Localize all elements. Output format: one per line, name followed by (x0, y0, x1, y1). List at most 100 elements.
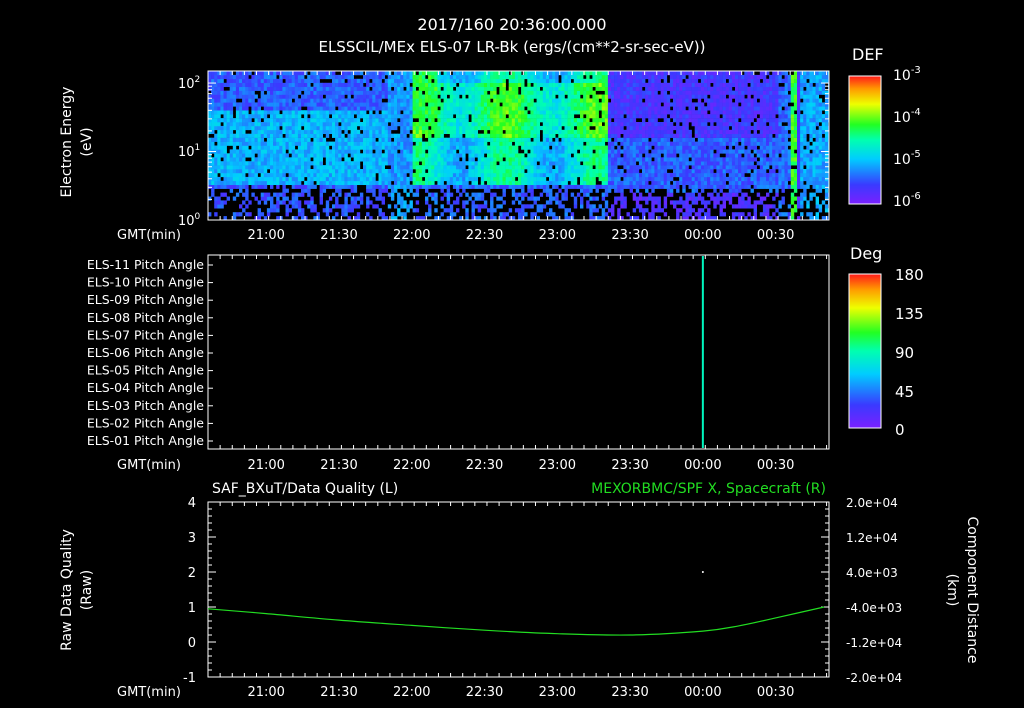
spectrogram-cell (266, 192, 271, 197)
spectrogram-cell (514, 141, 519, 146)
spectrogram-cell (524, 176, 528, 182)
spectrogram-cell (483, 176, 488, 182)
spectrogram-cell (611, 149, 615, 154)
spectrogram-cell (676, 78, 680, 84)
spectrogram-cell (335, 157, 339, 162)
spectrogram-cell (552, 141, 556, 146)
spectrogram-cell (561, 176, 565, 182)
spectrogram-cell (353, 78, 358, 84)
spectrogram-cell (617, 118, 621, 123)
spectrogram-cell (462, 110, 466, 115)
spectrogram-cell (679, 102, 683, 107)
spectrogram-cell (459, 184, 463, 189)
spectrogram-cell (623, 180, 627, 186)
spectrogram-cell (397, 102, 401, 107)
spectrogram-cell (297, 137, 302, 142)
spectrogram-cell (648, 86, 652, 91)
spectrogram-cell (700, 157, 705, 162)
spectrogram-cell (592, 122, 596, 127)
spectrogram-cell (468, 157, 472, 162)
spectrogram-cell (325, 157, 330, 162)
spectrogram-cell (474, 94, 478, 99)
spectrogram-cell (660, 176, 664, 182)
spectrogram-cell (573, 94, 578, 99)
spectrogram-cell (533, 86, 537, 91)
spectrogram-cell (620, 86, 624, 91)
spectrogram-cell (397, 172, 401, 178)
spectrogram-cell (592, 110, 596, 115)
spectrogram-cell (344, 98, 348, 103)
spectrogram-cell (297, 78, 302, 84)
spectrogram-cell (694, 90, 699, 95)
spectrogram-cell (282, 82, 286, 88)
spectrogram-cell (421, 172, 426, 178)
spectrogram-cell (301, 192, 305, 197)
spectrogram-cell (648, 102, 652, 107)
spectrogram-cell (477, 94, 482, 99)
spectrogram-cell (533, 102, 537, 107)
spectrogram-cell (363, 118, 367, 123)
spectrogram-cell (607, 118, 612, 123)
spectrogram-cell (645, 74, 649, 80)
spectrogram-cell (555, 157, 559, 162)
spectrogram-cell (542, 118, 547, 123)
spectrogram-cell (524, 86, 528, 91)
spectrogram-cell (536, 157, 540, 162)
spectrogram-cell (505, 106, 509, 111)
spectrogram-cell (279, 122, 283, 127)
spectrogram-cell (266, 129, 271, 135)
spectrogram-cell (601, 102, 606, 107)
spectrogram-cell (651, 74, 655, 80)
spectrogram-cell (589, 153, 593, 158)
spectrogram-cell (589, 102, 593, 107)
spectrogram-cell (217, 137, 221, 142)
spectrogram-cell (449, 208, 454, 213)
spectrogram-cell (239, 74, 243, 80)
spectrogram-cell (235, 137, 240, 142)
spectrogram-cell (697, 74, 702, 80)
spectrogram-cell (465, 133, 469, 138)
spectrogram-cell (471, 133, 475, 138)
spectrogram-cell (369, 184, 373, 189)
spectrogram-cell (524, 149, 528, 154)
spectrogram-cell (291, 172, 296, 178)
spectrogram-cell (477, 137, 482, 142)
spectrogram-cell (428, 172, 432, 178)
spectrogram-cell (558, 149, 562, 154)
spectrogram-cell (372, 129, 376, 135)
spectrogram-cell (623, 200, 627, 205)
spectrogram-cell (673, 137, 677, 142)
spectrogram-cell (607, 161, 612, 166)
spectrogram-cell (629, 94, 633, 99)
spectrogram-cell (642, 172, 646, 178)
spectrogram-cell (390, 172, 395, 178)
spectrogram-cell (350, 82, 354, 88)
spectrogram-cell (273, 137, 277, 142)
spectrogram-cell (617, 110, 621, 115)
spectrogram-cell (682, 90, 686, 95)
spectrogram-cell (341, 165, 345, 170)
spectrogram-cell (328, 157, 333, 162)
spectrogram-cell (254, 94, 258, 99)
spectrogram-cell (555, 196, 559, 201)
spectrogram-cell (700, 176, 705, 182)
spectrogram-cell (651, 200, 655, 205)
spectrogram-cell (663, 204, 668, 209)
spectrogram-cell (425, 145, 429, 150)
spectrogram-cell (409, 141, 413, 146)
spectrogram-cell (480, 125, 485, 131)
spectrogram-cell (359, 71, 364, 76)
spectrogram-cell (471, 212, 475, 217)
spectrogram-cell (536, 98, 540, 103)
spectrogram-cell (251, 102, 255, 107)
spectrogram-cell (642, 176, 646, 182)
spectrogram-cell (691, 90, 695, 95)
spectrogram-cell (521, 161, 525, 166)
spectrogram-cell (663, 133, 668, 138)
spectrogram-cell (669, 82, 674, 88)
spectrogram-cell (611, 184, 615, 189)
spectrogram-cell (626, 137, 630, 142)
spectrogram-cell (328, 110, 333, 115)
spectrogram-cell (434, 169, 438, 174)
spectrogram-cell (282, 137, 286, 142)
